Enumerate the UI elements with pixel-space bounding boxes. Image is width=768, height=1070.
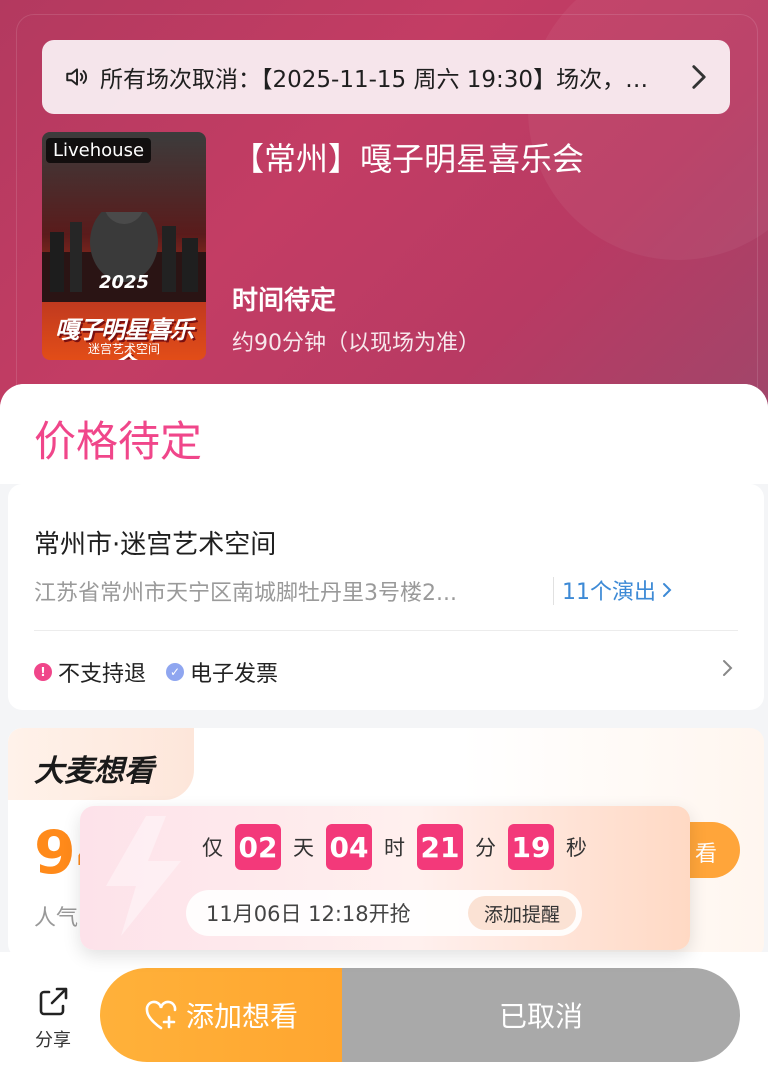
- poster-subtitle: 迷宫艺术空间: [87, 342, 160, 356]
- heart-plus-icon: [145, 1000, 177, 1030]
- share-label: 分享: [35, 1030, 71, 1051]
- countdown-timer: 仅 02 天 04 时 21 分 19 秒: [202, 824, 587, 870]
- venue-card[interactable]: 常州市·迷宫艺术空间 江苏省常州市天宁区南城脚牡丹里3号楼2... 11个演出 …: [8, 484, 764, 710]
- venue-shows-count: 11个演出: [562, 580, 656, 605]
- chevron-right-icon: [692, 65, 706, 89]
- countdown-minutes: 21: [417, 824, 463, 870]
- speaker-icon: [66, 68, 88, 86]
- notice-text: 所有场次取消：【2025-11-15 周六 19:30】场次，因主办方原因，演出…: [100, 67, 690, 93]
- countdown-second-unit: 秒: [566, 836, 587, 860]
- venue-address: 江苏省常州市天宁区南城脚牡丹里3号楼2...: [34, 581, 457, 606]
- invoice-flag: ✓ 电子发票: [166, 656, 278, 688]
- divider: [553, 577, 554, 605]
- cancel-notice-bar[interactable]: 所有场次取消：【2025-11-15 周六 19:30】场次，因主办方原因，演出…: [42, 40, 730, 114]
- price-text: 价格待定: [34, 417, 203, 466]
- invoice-label: 电子发票: [190, 662, 279, 687]
- event-time: 时间待定: [232, 286, 337, 316]
- add-want-button[interactable]: 添加想看: [100, 968, 342, 1062]
- lightning-icon: [106, 816, 181, 936]
- service-flags: ! 不支持退 ✓ 电子发票: [34, 656, 278, 688]
- poster-year: 2025: [98, 272, 150, 293]
- countdown-popup: 仅 02 天 04 时 21 分 19 秒 11月06日 12:18开抢 添加提…: [80, 806, 690, 950]
- add-reminder-button[interactable]: 添加提醒: [467, 896, 576, 930]
- countdown-seconds: 19: [508, 824, 554, 870]
- warning-icon: !: [34, 663, 52, 681]
- check-icon: ✓: [166, 663, 185, 681]
- cancelled-status-button[interactable]: 已取消: [342, 968, 740, 1062]
- event-poster[interactable]: Livehouse 2025 嘎子明星喜乐会 迷宫艺术空间: [42, 132, 206, 360]
- share-icon: [39, 987, 68, 1016]
- countdown-minute-unit: 分: [475, 836, 496, 860]
- venue-name: 常州市·迷宫艺术空间: [34, 530, 277, 560]
- chevron-right-icon: [663, 583, 672, 597]
- countdown-hours: 04: [326, 824, 372, 870]
- event-duration: 约90分钟（以现场为准）: [232, 331, 480, 356]
- want-title: 大麦想看: [34, 754, 154, 789]
- want-label: 人气: [34, 906, 79, 931]
- no-refund-flag: ! 不支持退: [34, 656, 146, 688]
- sale-time-pill: 11月06日 12:18开抢 添加提醒: [186, 890, 582, 936]
- chevron-right-icon[interactable]: [722, 659, 734, 677]
- event-title: 【常州】嘎子明星喜乐会: [232, 140, 585, 178]
- add-want-label: 添加想看: [185, 1000, 298, 1033]
- poster-tag: Livehouse: [46, 138, 152, 163]
- want-header: 大麦想看: [8, 728, 194, 800]
- countdown-day-unit: 天: [293, 836, 314, 860]
- main-action-buttons: 添加想看 已取消: [100, 968, 740, 1062]
- countdown-hour-unit: 时: [384, 836, 405, 860]
- sale-time-text: 11月06日 12:18开抢: [206, 902, 411, 926]
- divider: [34, 630, 738, 631]
- countdown-days: 02: [235, 824, 281, 870]
- share-button[interactable]: 分享: [30, 984, 76, 1052]
- no-refund-label: 不支持退: [58, 662, 147, 687]
- countdown-prefix: 仅: [202, 836, 223, 860]
- venue-shows-link[interactable]: 11个演出: [562, 574, 672, 606]
